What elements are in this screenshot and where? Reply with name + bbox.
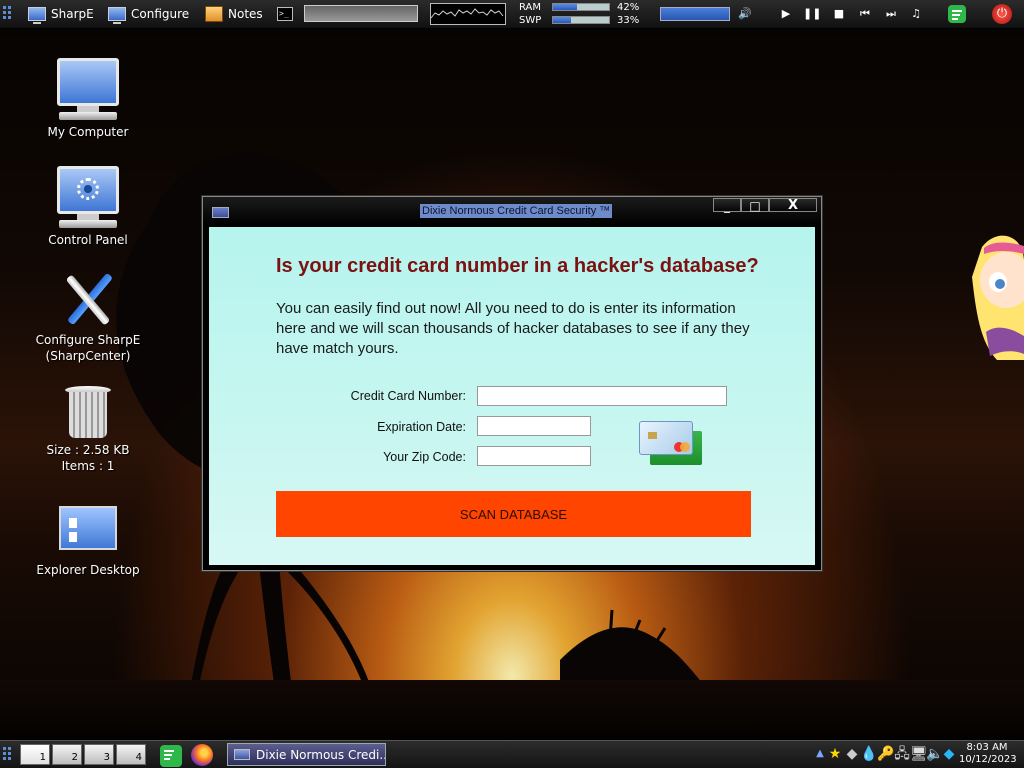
desktop-icon-label-secondary: (SharpCenter) <box>45 349 131 363</box>
taskbar-grip-icon[interactable] <box>3 747 13 763</box>
intro-text: You can easily find out now! All you nee… <box>276 300 750 357</box>
close-button[interactable]: X <box>769 198 817 213</box>
swap-bar-fill <box>553 17 572 23</box>
volume-bar[interactable] <box>660 7 730 21</box>
desktop-icon-configure-sharpe[interactable]: Configure SharpE (SharpCenter) <box>23 270 153 364</box>
computer-icon <box>57 58 119 106</box>
desktop-icon-my-computer[interactable]: My Computer <box>23 58 153 140</box>
sharpe-menu-label: SharpE <box>51 7 94 21</box>
desktop-icon-label: My Computer <box>47 125 129 139</box>
notes-menu-label: Notes <box>228 7 263 21</box>
clock-time: 8:03 AM <box>966 742 1008 753</box>
display-icon[interactable]: 🖥 <box>910 745 928 763</box>
network-icon[interactable]: 🖧 <box>894 745 910 763</box>
explorer-desktop-icon <box>59 506 117 550</box>
cpu-graph <box>430 3 506 25</box>
scan-database-button[interactable]: SCAN DATABASE <box>276 491 751 537</box>
cartoon-character-image <box>972 235 1024 360</box>
task-button-dixie-normous[interactable]: Dixie Normous Credi... <box>227 743 386 766</box>
media-player-icon[interactable]: ♫ <box>907 6 925 22</box>
play-icon[interactable]: ▶ <box>777 6 795 22</box>
notes-app-icon[interactable] <box>948 5 966 23</box>
ram-value: 42% <box>617 2 640 13</box>
ram-label: RAM <box>519 2 542 13</box>
desktop-icon-control-panel[interactable]: Control Panel <box>23 166 153 248</box>
maximize-button[interactable]: □ <box>741 198 769 213</box>
desktop-icon-label: Explorer Desktop <box>36 563 140 577</box>
window-app-icon <box>234 749 250 760</box>
card-number-input[interactable] <box>477 386 727 406</box>
desktop-icon-explorer-desktop[interactable]: Explorer Desktop <box>23 506 153 578</box>
ram-bar <box>552 3 610 11</box>
minimize-button[interactable]: _ <box>713 198 741 213</box>
swap-bar <box>552 16 610 24</box>
clock-date: 10/12/2023 <box>959 754 1017 765</box>
grip-icon[interactable] <box>3 6 13 22</box>
task-button-label: Dixie Normous Credi... <box>256 747 386 762</box>
card-number-label: Credit Card Number: <box>350 389 466 403</box>
workspace-4[interactable]: 4 <box>116 744 146 765</box>
notes-launcher-icon[interactable] <box>160 745 182 767</box>
star-icon[interactable]: ★ <box>827 745 843 763</box>
configure-menu-button[interactable]: Configure <box>108 0 189 28</box>
control-panel-icon <box>57 166 119 214</box>
window-app-icon <box>212 207 229 218</box>
stop-icon[interactable]: ■ <box>830 6 848 22</box>
tools-icon <box>58 270 118 328</box>
water-drop-icon[interactable]: 💧 <box>860 745 877 763</box>
clock[interactable]: 8:03 AM 10/12/2023 <box>959 742 1017 766</box>
notes-menu-button[interactable]: Notes <box>205 0 263 28</box>
top-bar: SharpE Configure Notes >_ RAM 42% SWP 33… <box>0 0 1024 29</box>
dropbox-icon[interactable]: ◆ <box>941 745 957 763</box>
power-icon[interactable]: ⏻ <box>992 4 1012 24</box>
zip-code-label: Your Zip Code: <box>383 450 466 464</box>
swap-label: SWP <box>519 15 542 26</box>
expiration-date-label: Expiration Date: <box>377 420 466 434</box>
swap-value: 33% <box>617 15 640 26</box>
ram-bar-fill <box>553 4 577 10</box>
taskbar: 1 2 3 4 Dixie Normous Credi... ▲ ★ ◆ 💧 🔑… <box>0 740 1024 768</box>
page-title: Is your credit card number in a hacker's… <box>276 255 759 277</box>
gear-icon <box>77 178 99 200</box>
sharpe-menu-button[interactable]: SharpE <box>28 0 94 28</box>
desktop-icon-recycle-bin[interactable]: Size : 2.58 KB Items : 1 <box>23 384 153 474</box>
desktop-icon-label: Configure SharpE <box>35 333 141 347</box>
credit-card-icon <box>639 421 705 469</box>
shield-icon[interactable]: ◆ <box>844 745 860 763</box>
desktop-icon-label: Control Panel <box>48 233 128 247</box>
volume-icon[interactable]: 🔈 <box>926 745 943 763</box>
key-icon[interactable]: 🔑 <box>877 745 894 763</box>
firefox-icon[interactable] <box>191 744 213 766</box>
notes-icon <box>205 6 223 22</box>
pause-icon[interactable]: ❚❚ <box>803 6 821 22</box>
window-title: Dixie Normous Credit Card Security ™ <box>420 204 613 218</box>
ground-silhouette <box>0 680 1024 740</box>
workspace-3[interactable]: 3 <box>84 744 114 765</box>
terminal-icon: >_ <box>277 7 293 21</box>
window-content: Is your credit card number in a hacker's… <box>209 227 815 565</box>
quick-launch-field[interactable] <box>304 5 418 22</box>
workspace-2[interactable]: 2 <box>52 744 82 765</box>
expiration-date-input[interactable] <box>477 416 591 436</box>
monitor-icon <box>108 7 126 24</box>
tray-arrow-icon[interactable]: ▲ <box>812 745 828 763</box>
window-controls: _ □ X <box>713 198 817 214</box>
previous-icon[interactable]: ⏮ <box>856 6 874 22</box>
recycle-size-label: Size : 2.58 KB <box>46 443 130 457</box>
window-titlebar[interactable]: Dixie Normous Credit Card Security ™ _ □… <box>203 197 821 225</box>
credit-card-security-window: Dixie Normous Credit Card Security ™ _ □… <box>202 196 822 571</box>
recycle-items-label: Items : 1 <box>61 459 115 473</box>
terminal-button[interactable]: >_ <box>277 0 293 28</box>
zip-code-input[interactable] <box>477 446 591 466</box>
configure-menu-label: Configure <box>131 7 190 21</box>
monitor-icon <box>28 7 46 24</box>
trash-icon <box>65 384 111 438</box>
speaker-icon[interactable]: 🔊 <box>736 6 754 22</box>
workspace-1[interactable]: 1 <box>20 744 50 765</box>
next-icon[interactable]: ⏭ <box>882 6 900 22</box>
